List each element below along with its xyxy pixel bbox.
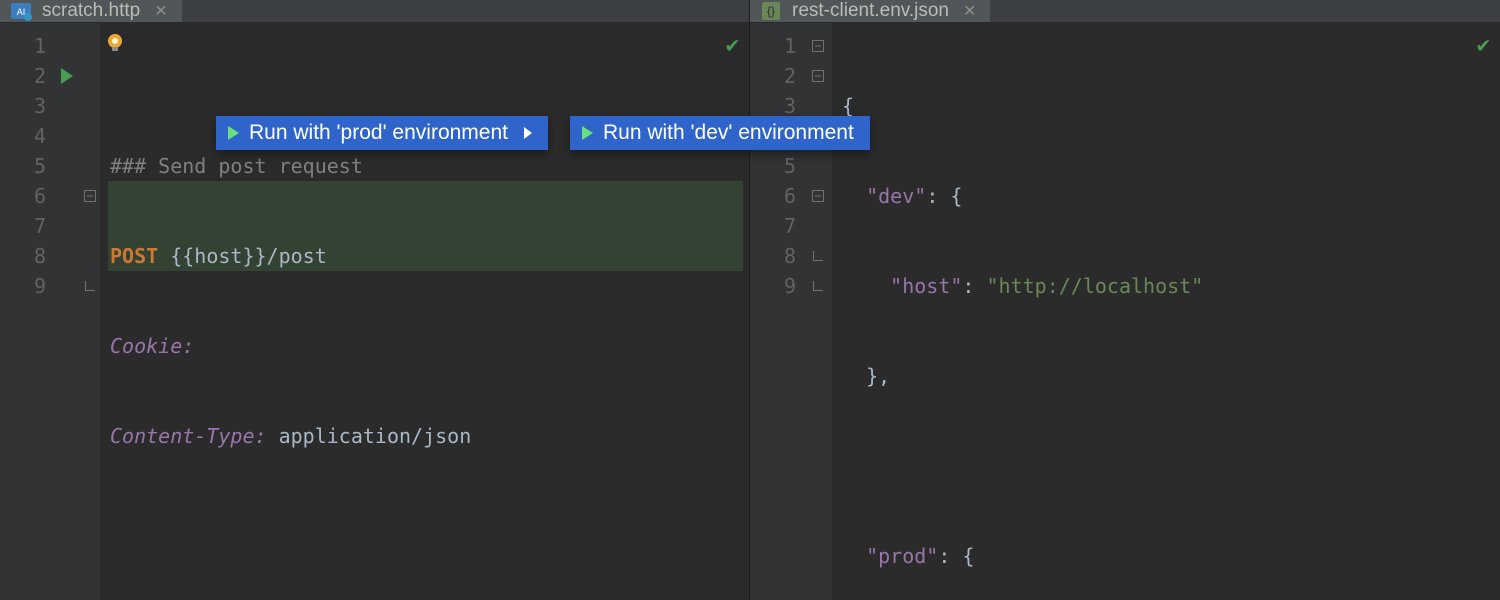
- selection-highlight: [108, 181, 743, 211]
- run-icon[interactable]: [61, 68, 73, 84]
- http-method: POST: [110, 244, 158, 268]
- editor-right[interactable]: ✔ 1 2 3 4 5 6 7 8 9: [750, 23, 1500, 600]
- http-header: Content-Type:: [110, 424, 267, 448]
- json-key: "host": [890, 274, 962, 298]
- fold-collapse-icon[interactable]: [84, 190, 96, 202]
- run-icon: [582, 126, 593, 140]
- tab-label: rest-client.env.json: [792, 0, 949, 22]
- json-key: "prod": [866, 544, 938, 568]
- menu-item-label: Run with 'prod' environment: [249, 121, 508, 145]
- run-context-menu: Run with 'prod' environment Run with 'de…: [216, 116, 870, 150]
- editor-pane-right: {} rest-client.env.json ✕ ✔ 1 2 3 4 5 6 …: [750, 0, 1500, 600]
- checkmark-icon: ✔: [726, 33, 739, 58]
- tab-bar-left: AI scratch.http ✕: [0, 0, 749, 23]
- run-icon: [228, 126, 239, 140]
- fold-collapse-icon[interactable]: [812, 40, 824, 52]
- close-icon[interactable]: ✕: [963, 1, 976, 21]
- code-text: application/json: [267, 424, 472, 448]
- fold-end-icon: [813, 281, 823, 291]
- menu-item-run-prod[interactable]: Run with 'prod' environment: [216, 116, 548, 150]
- code-area-right[interactable]: { "dev": { "host": "http://localhost" },…: [832, 23, 1500, 600]
- fold-gutter-right: [804, 23, 832, 600]
- tab-rest-client-env[interactable]: {} rest-client.env.json ✕: [750, 0, 990, 22]
- line-number-gutter: 1 2 3 4 5 6 7 8 9: [0, 23, 54, 600]
- code-text: {{host}}/post: [158, 244, 327, 268]
- http-header: Cookie:: [110, 334, 194, 358]
- tab-label: scratch.http: [42, 0, 140, 22]
- fold-collapse-icon[interactable]: [812, 190, 824, 202]
- json-key: "dev": [866, 184, 926, 208]
- editor-pane-left: AI scratch.http ✕ ✔ 1 2 3 4 5 6 7 8 9: [0, 0, 750, 600]
- menu-item-run-dev[interactable]: Run with 'dev' environment: [570, 116, 870, 150]
- fold-end-icon: [85, 281, 95, 291]
- editor-left[interactable]: ✔ 1 2 3 4 5 6 7 8 9: [0, 23, 749, 600]
- lightbulb-icon[interactable]: [104, 32, 126, 54]
- json-file-icon: {}: [760, 0, 782, 22]
- http-file-icon: AI: [10, 0, 32, 22]
- fold-end-icon: [813, 251, 823, 261]
- fold-gutter-left: [80, 23, 100, 600]
- line-number-gutter: 1 2 3 4 5 6 7 8 9: [750, 23, 804, 600]
- code-text: },: [866, 364, 890, 388]
- app-root: AI scratch.http ✕ ✔ 1 2 3 4 5 6 7 8 9: [0, 0, 1500, 600]
- svg-text:{}: {}: [767, 4, 775, 18]
- json-string: "http://localhost": [987, 274, 1204, 298]
- close-icon[interactable]: ✕: [154, 1, 167, 21]
- code-area-left[interactable]: ### Send post request POST {{host}}/post…: [100, 23, 749, 600]
- code-comment: ### Send post request: [110, 154, 363, 178]
- run-gutter: [54, 23, 80, 600]
- submenu-arrow-icon: [524, 127, 532, 139]
- tab-scratch-http[interactable]: AI scratch.http ✕: [0, 0, 182, 22]
- menu-item-label: Run with 'dev' environment: [603, 121, 854, 145]
- fold-collapse-icon[interactable]: [812, 70, 824, 82]
- code-brace: {: [842, 94, 854, 118]
- tab-bar-right: {} rest-client.env.json ✕: [750, 0, 1500, 23]
- checkmark-icon: ✔: [1477, 33, 1490, 58]
- svg-text:AI: AI: [17, 7, 26, 17]
